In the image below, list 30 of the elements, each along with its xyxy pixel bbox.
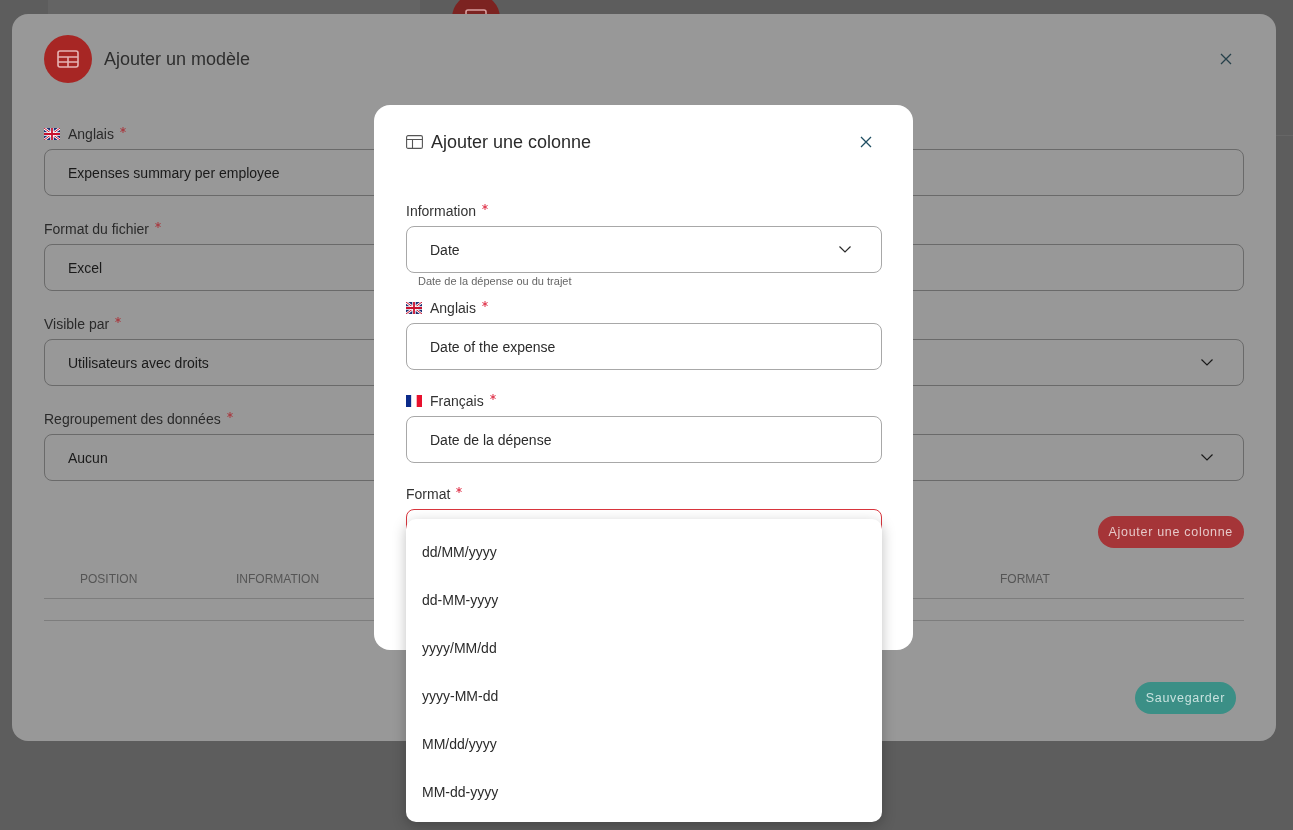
menu-option[interactable]: yyyy-MM-dd [406,672,882,720]
table-icon [44,35,92,83]
field-label: Visible par [44,316,110,332]
chevron-down-icon [1201,454,1213,461]
chevron-down-icon [839,246,851,253]
dialog-title: Ajouter un modèle [104,48,252,70]
column-header: POSITION [80,571,139,586]
close-icon[interactable] [1219,52,1233,66]
input-field[interactable]: Date of the expense [406,323,882,370]
field-hint: Date de la dépense ou du trajet [418,275,573,287]
table-icon [406,135,423,149]
menu-option[interactable]: MM/dd/yyyy [406,720,882,768]
chevron-down-icon [1201,359,1213,366]
menu-option[interactable]: yyyy/MM/dd [406,624,882,672]
field-label: Anglais [68,126,114,142]
field-label: Anglais [430,300,476,316]
column-header: FORMAT [1000,571,1051,586]
menu-option[interactable]: dd/MM/yyyy [406,528,882,576]
field-label: Information [406,203,477,219]
input-field[interactable]: Date de la dépense [406,416,882,463]
select-field[interactable]: Date [406,226,882,273]
column-header: INFORMATION [236,571,321,586]
field-label: Français [430,393,484,409]
field-label: Format du fichier [44,221,150,237]
menu-option[interactable]: dd-MM-yyyy [406,576,882,624]
field-label: Format [406,486,451,502]
menu-option[interactable]: MM-dd-yyyy [406,768,882,816]
close-icon[interactable] [860,136,872,148]
add-column-button[interactable]: Ajouter une colonne [1097,516,1244,548]
field-label: Regroupement des données [44,411,221,427]
